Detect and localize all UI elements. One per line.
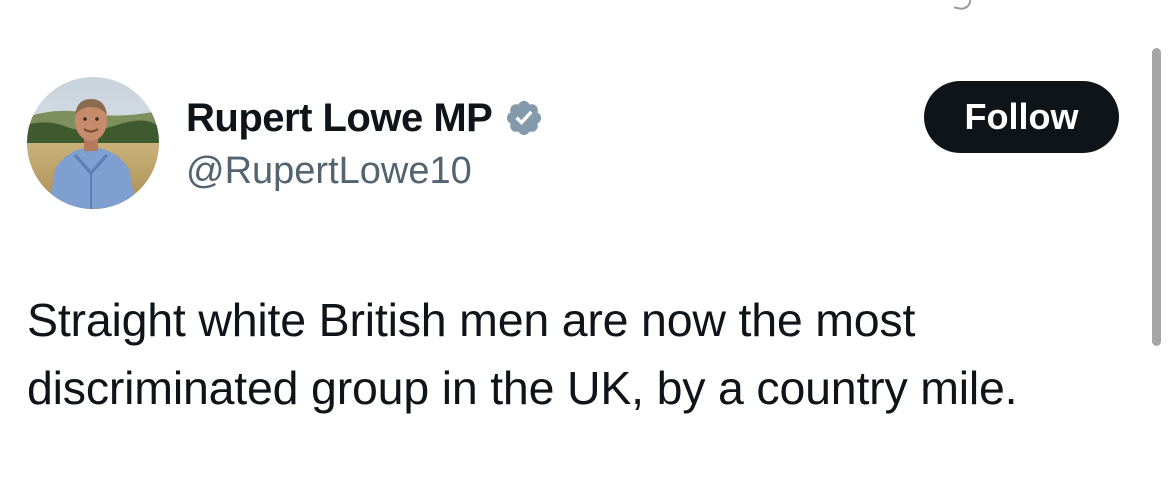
verified-badge-icon[interactable] xyxy=(504,98,544,138)
avatar[interactable] xyxy=(27,77,159,209)
tweet-text: Straight white British men are now the m… xyxy=(27,286,1137,422)
author-display-name[interactable]: Rupert Lowe MP xyxy=(186,96,493,141)
tweet-text-line-2: discriminated group in the UK, by a coun… xyxy=(27,362,1018,414)
cropped-edge-mark xyxy=(953,0,973,12)
tweet-text-line-1: Straight white British men are now the m… xyxy=(27,294,916,346)
follow-button[interactable]: Follow xyxy=(924,81,1119,153)
author-name-row: Rupert Lowe MP xyxy=(186,96,544,140)
author-handle[interactable]: @RupertLowe10 xyxy=(186,150,472,193)
vertical-scrollbar[interactable] xyxy=(1152,48,1161,346)
avatar-photo xyxy=(27,77,159,209)
